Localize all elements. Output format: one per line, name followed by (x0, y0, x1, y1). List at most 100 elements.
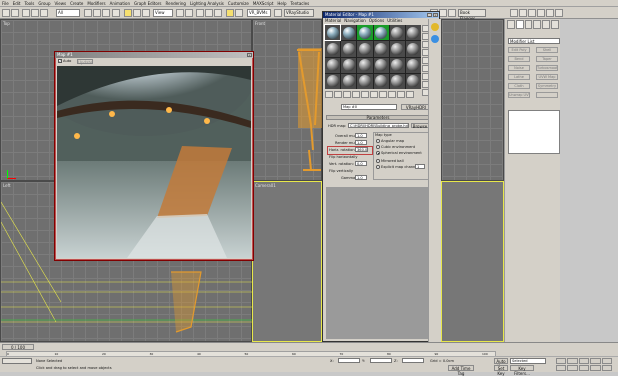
material-id-icon[interactable] (388, 91, 396, 98)
sample-slot[interactable] (373, 73, 389, 89)
viewport-camera[interactable]: Camera01 (252, 181, 322, 342)
sample-slot[interactable] (357, 57, 373, 73)
named-selection-field[interactable]: VR_BVMs (247, 9, 271, 17)
manipulate-icon[interactable] (185, 9, 193, 17)
menu-item-rendering[interactable]: Rendering (166, 0, 186, 7)
bind-icon[interactable] (40, 9, 48, 17)
sample-slot[interactable] (357, 73, 373, 89)
map-channel-field[interactable]: 1 (415, 164, 425, 169)
previous-frame-icon[interactable] (567, 358, 578, 364)
time-slider[interactable]: 0 / 100 (2, 344, 34, 350)
me-menu-utilities[interactable]: Utilities (387, 18, 402, 23)
hierarchy-panel-icon[interactable] (528, 9, 536, 17)
assign-material-icon[interactable] (343, 91, 351, 98)
sample-slot[interactable] (389, 73, 405, 89)
tab-modify[interactable] (515, 20, 524, 29)
tab-hierarchy[interactable] (524, 20, 533, 29)
sample-slot[interactable] (405, 57, 421, 73)
angle-snap-icon[interactable] (205, 9, 213, 17)
sample-slot[interactable] (325, 57, 341, 73)
modifier-button[interactable]: Shell (536, 47, 558, 53)
select-icon[interactable] (84, 9, 92, 17)
menu-item-group[interactable]: Group (38, 0, 50, 7)
sample-slot[interactable] (389, 57, 405, 73)
select-by-name-icon[interactable] (93, 9, 101, 17)
add-time-tag-button[interactable]: Add Time Tag (448, 365, 474, 376)
percent-snap-icon[interactable] (214, 9, 222, 17)
sample-slot[interactable] (389, 25, 405, 41)
y-coordinate-field[interactable] (370, 358, 392, 363)
render-mult-field[interactable]: 1.0 (355, 140, 367, 145)
map-type-radio-3[interactable] (376, 159, 380, 163)
modifier-button[interactable]: Cloth (508, 83, 530, 89)
pivot-icon[interactable] (176, 9, 184, 17)
viewport-front[interactable]: Front (252, 19, 322, 181)
map-type-radio-4[interactable] (376, 165, 380, 169)
tab-utilities[interactable] (551, 20, 559, 29)
book-flagger-button[interactable]: Book Flagger (458, 9, 486, 21)
gamma-field[interactable]: 1.0 (355, 175, 367, 180)
hdr-path-field[interactable]: C:\HDRI\HDRI\Building_probe.hdr (348, 123, 409, 128)
zoom-icon[interactable] (556, 365, 567, 371)
sample-slot[interactable] (341, 73, 357, 89)
sample-slot[interactable] (323, 23, 342, 42)
create-panel-icon[interactable] (510, 9, 518, 17)
me-menu-material[interactable]: Material (325, 18, 341, 23)
minimize-icon[interactable]: _ (427, 13, 432, 17)
rotate-icon[interactable] (133, 9, 141, 17)
render-frame-icon[interactable] (439, 9, 447, 17)
modifier-button[interactable]: Symmetry (536, 83, 558, 89)
modifier-button[interactable]: Taper (536, 56, 558, 62)
sample-slot[interactable] (341, 57, 357, 73)
vray-studio-button[interactable]: VRayStudio (284, 9, 314, 17)
map-type-radio-2[interactable] (376, 151, 380, 155)
horiz-rotation-field[interactable]: 360.0 (355, 147, 368, 152)
menu-item-maxscript[interactable]: MAXScript (253, 0, 274, 7)
sample-slot[interactable] (325, 41, 341, 57)
modifier-button[interactable]: Noise (508, 65, 530, 71)
menu-item-file[interactable]: File (2, 0, 9, 7)
modifier-list-dropdown[interactable]: Modifier List (508, 38, 560, 44)
scale-icon[interactable] (142, 9, 150, 17)
utilities-panel-icon[interactable] (555, 9, 563, 17)
viewport-persp-right[interactable] (441, 181, 504, 342)
reference-coord-dropdown[interactable]: View (153, 9, 173, 17)
modifier-button[interactable]: Edit Poly (508, 47, 530, 53)
menu-item-views[interactable]: Views (55, 0, 67, 7)
menu-item-create[interactable]: Create (70, 0, 83, 7)
move-icon[interactable] (124, 9, 132, 17)
auto-key-button[interactable]: Auto Key (494, 358, 508, 369)
unlink-icon[interactable] (31, 9, 39, 17)
window-crossing-icon[interactable] (112, 9, 120, 17)
put-to-scene-icon[interactable] (334, 91, 342, 98)
play-icon[interactable] (578, 358, 590, 364)
modifier-button[interactable]: Bend (508, 56, 530, 62)
parameters-rollout[interactable]: Parameters (326, 115, 430, 120)
sample-slot[interactable] (341, 25, 357, 41)
menu-item-lighting-analysis[interactable]: Lighting Analysis (190, 0, 224, 7)
me-menu-navigation[interactable]: Navigation (344, 18, 366, 23)
modifier-stack[interactable] (508, 110, 560, 154)
map-type-radio-0[interactable] (376, 139, 380, 143)
sample-slot[interactable] (405, 41, 421, 57)
map-type-radio-1[interactable] (376, 145, 380, 149)
menu-item-help[interactable]: Help (277, 0, 286, 7)
sample-slot[interactable] (405, 73, 421, 89)
modifier-button[interactable]: Turbosmooth (536, 65, 558, 71)
modifier-button[interactable]: UVW Map (536, 74, 558, 80)
viewport-front-right[interactable] (441, 19, 504, 181)
key-filters-button[interactable]: Key Filters... (510, 365, 534, 376)
link-icon[interactable] (22, 9, 30, 17)
menu-item-tools[interactable]: Tools (24, 0, 34, 7)
modifier-button[interactable] (536, 92, 558, 98)
show-map-icon[interactable] (397, 91, 405, 98)
selection-filter-dropdown[interactable]: All (56, 9, 80, 17)
menu-item-animation[interactable]: Animation (110, 0, 130, 7)
orbit-icon[interactable] (590, 365, 601, 371)
map-type-button[interactable]: VRayHDRI (401, 104, 431, 110)
update-button[interactable]: Update (77, 59, 93, 65)
quick-render-icon[interactable] (448, 9, 456, 17)
region-select-icon[interactable] (102, 9, 110, 17)
modify-panel-icon[interactable] (519, 9, 527, 17)
go-to-start-icon[interactable] (556, 358, 567, 364)
